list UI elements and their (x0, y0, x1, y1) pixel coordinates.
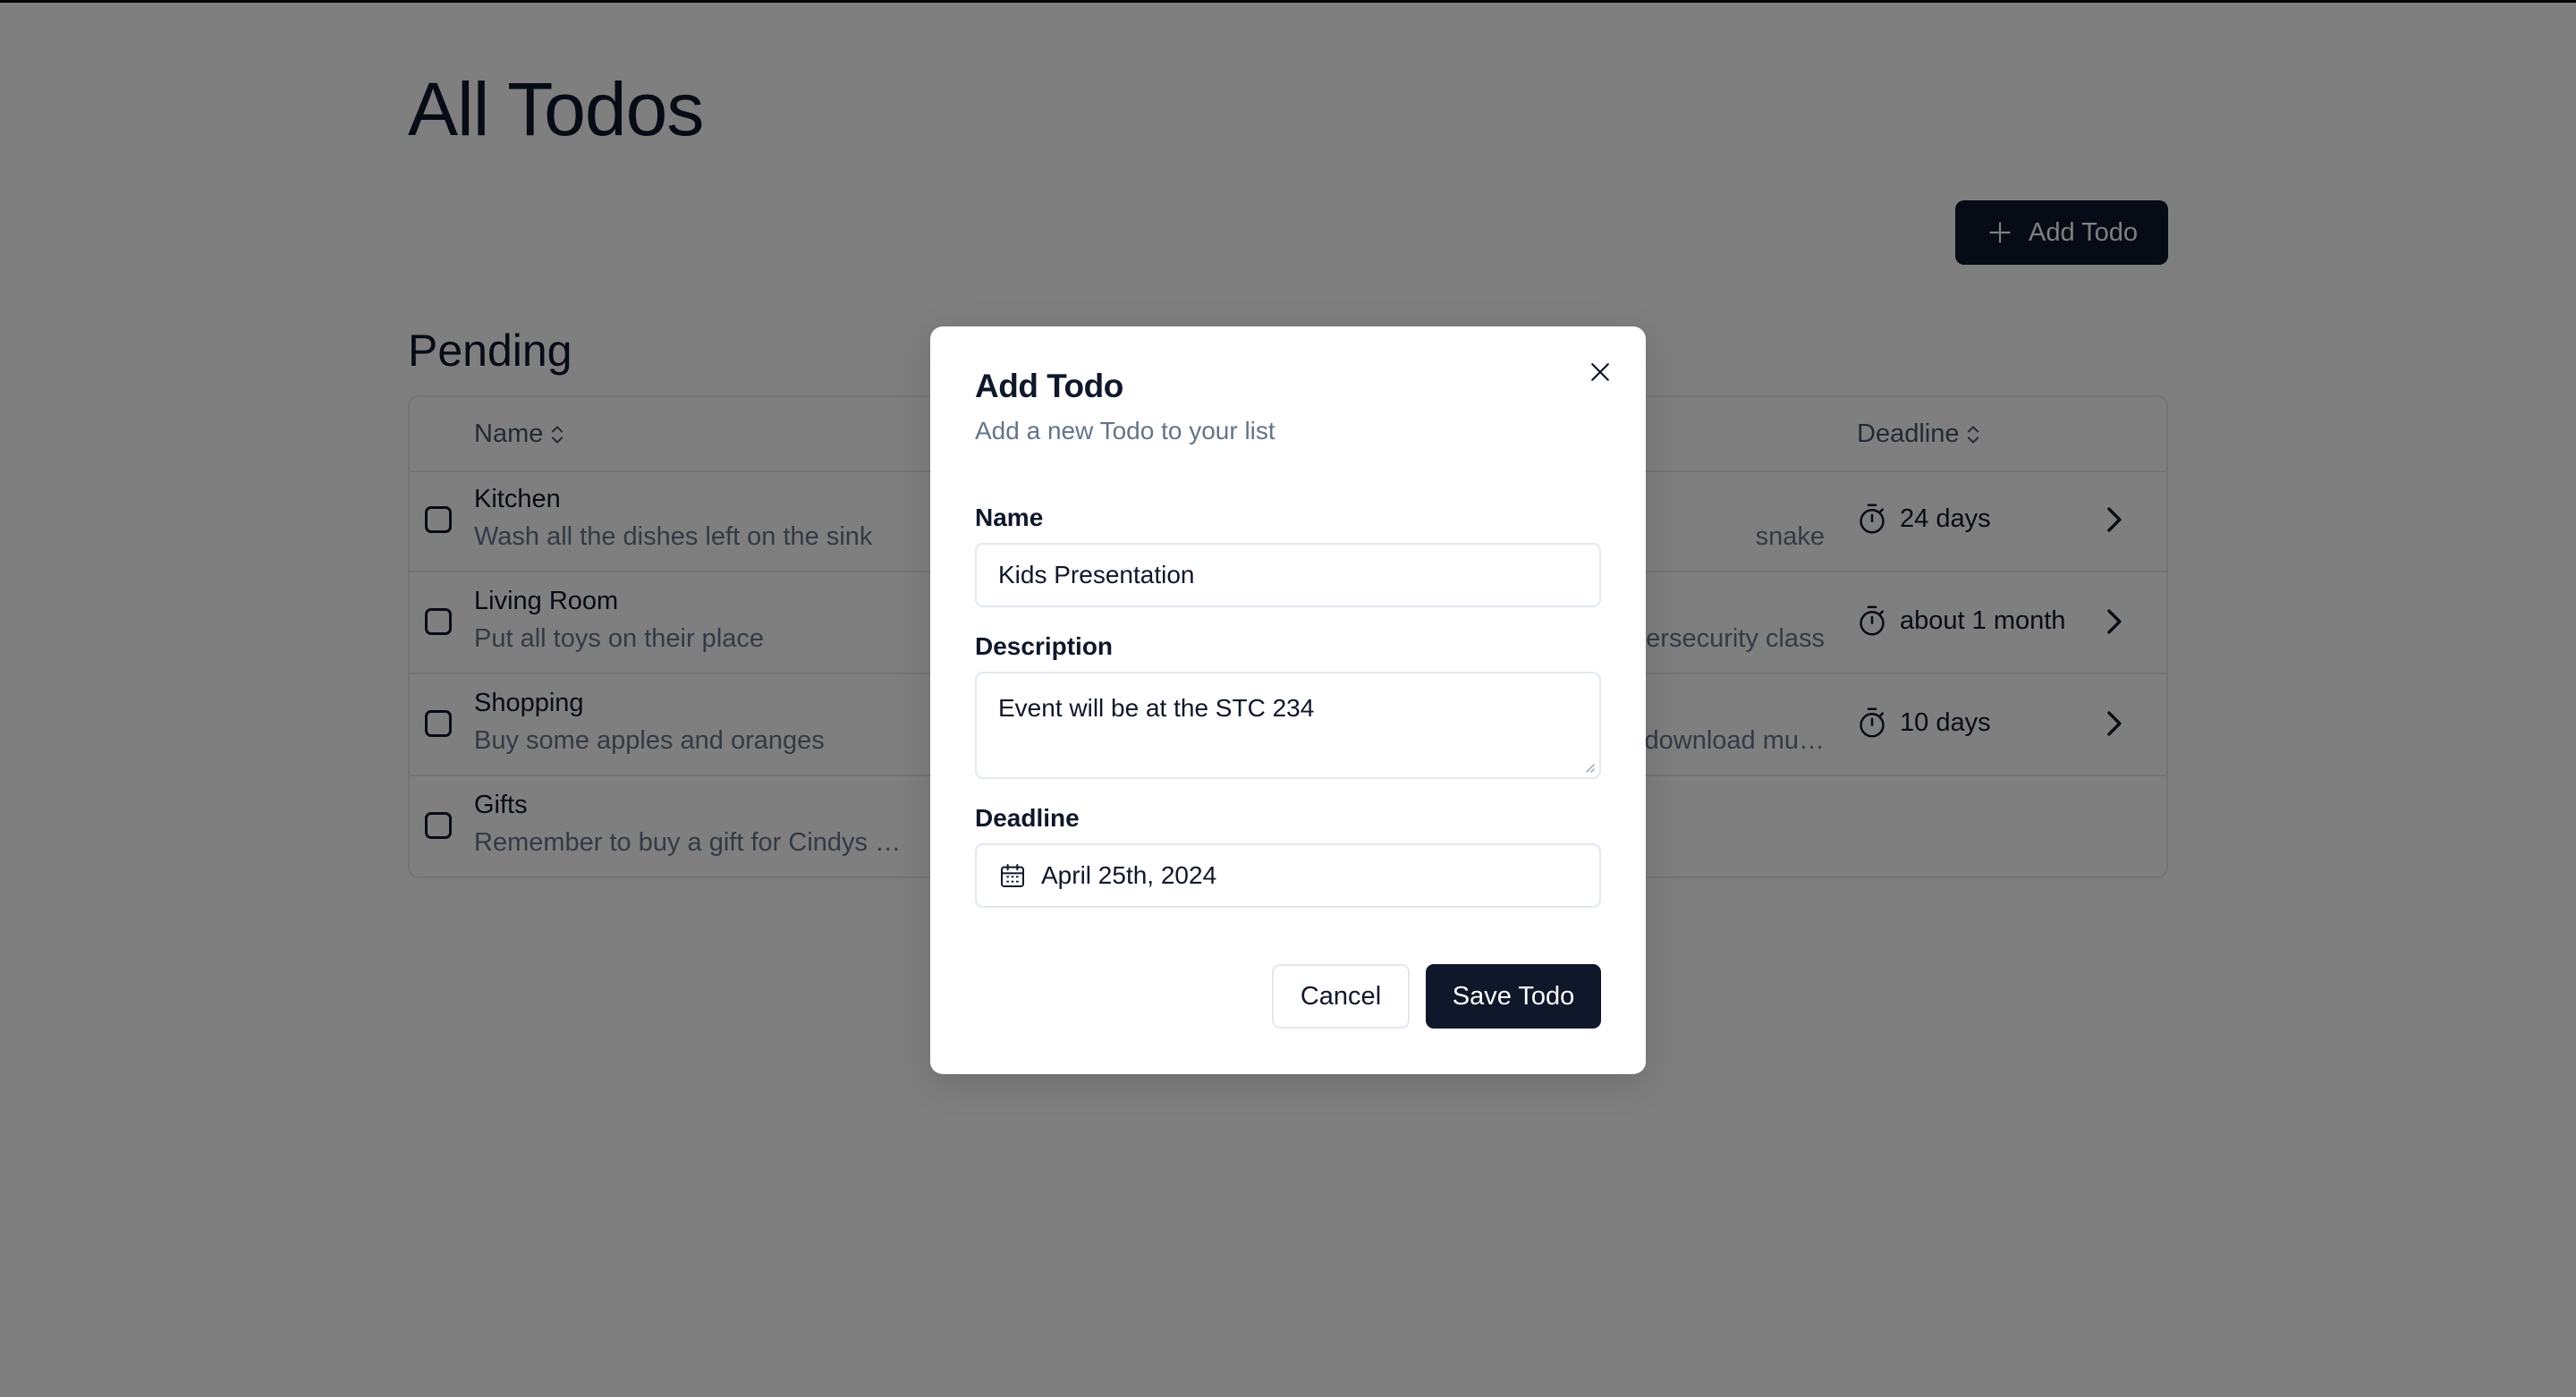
description-label: Description (975, 632, 1114, 660)
deadline-label: Deadline (975, 804, 1080, 832)
add-todo-dialog: Add Todo Add a new Todo to your list Nam… (930, 326, 1646, 1074)
name-input[interactable]: Kids Presentation (975, 543, 1601, 607)
calendar-icon (1001, 864, 1024, 887)
dialog-subtitle: Add a new Todo to your list (975, 417, 1275, 444)
close-icon[interactable] (1587, 359, 1614, 385)
deadline-value: April 25th, 2024 (1041, 861, 1217, 889)
resize-handle-icon[interactable] (1581, 759, 1596, 774)
description-textarea[interactable]: Event will be at the STC 234 (975, 672, 1601, 779)
cancel-button[interactable]: Cancel (1272, 964, 1410, 1029)
dialog-title: Add Todo (975, 368, 1123, 404)
save-todo-button[interactable]: Save Todo (1426, 964, 1601, 1029)
deadline-date-picker[interactable]: April 25th, 2024 (975, 843, 1601, 908)
description-value: Event will be at the STC 234 (998, 694, 1315, 722)
name-label: Name (975, 504, 1044, 531)
